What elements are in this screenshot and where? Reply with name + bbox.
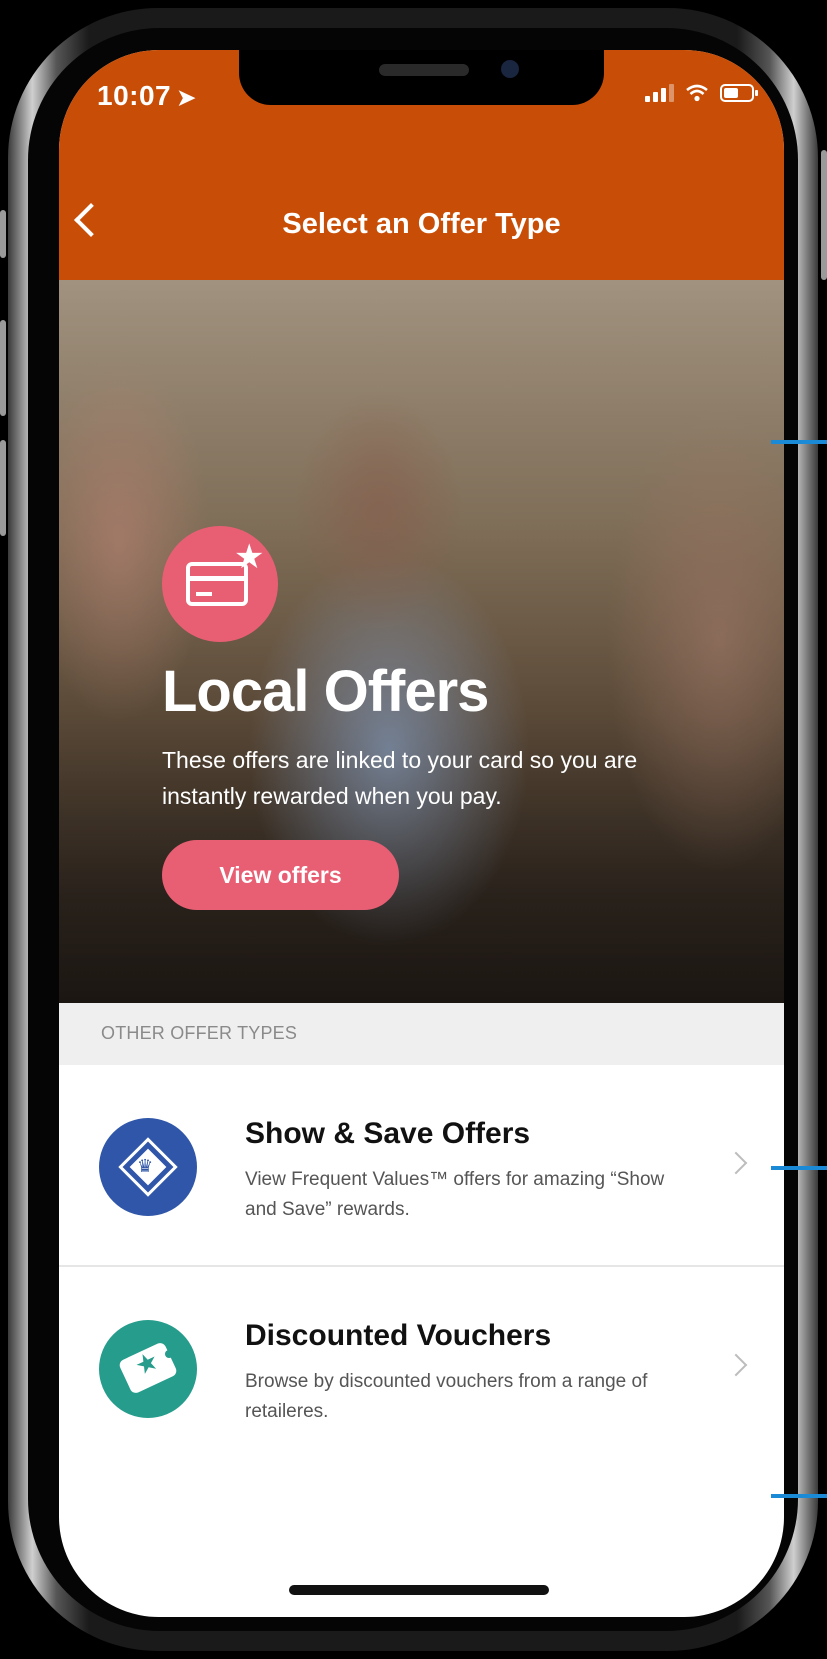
wifi-icon [686,84,708,102]
offer-description: Browse by discounted vouchers from a ran… [245,1371,648,1422]
app-header: 10:07 ➤ Select an Offer Type [59,50,784,280]
battery-icon [720,84,758,102]
status-time-text: 10:07 [97,80,172,111]
screen: 10:07 ➤ Select an Offer Type ★ Local Off… [59,50,784,1617]
front-camera [501,60,519,78]
view-offers-button[interactable]: View offers [162,840,399,910]
section-header: OTHER OFFER TYPES [59,1003,784,1065]
offer-title: Discounted Vouchers [245,1319,552,1352]
crown-diamond-icon: ♛ [99,1118,197,1216]
status-time: 10:07 ➤ [97,80,196,112]
mute-switch [0,210,6,258]
offer-item-show-save[interactable]: ♛ Show & Save Offers View Frequent Value… [59,1065,784,1265]
offer-title: Show & Save Offers [245,1117,531,1150]
volume-down-button [0,440,6,536]
star-tag-icon: ★ [99,1320,197,1418]
notch [239,50,604,105]
signal-icon [645,84,674,102]
home-indicator[interactable] [289,1585,549,1595]
location-arrow-icon: ➤ [177,85,197,110]
annotation-line [771,440,827,444]
chevron-right-icon [724,1353,748,1377]
power-button [821,150,827,280]
hero-description: These offers are linked to your card so … [162,747,638,809]
credit-card-star-icon: ★ [162,526,278,642]
status-icons [645,84,758,102]
annotation-line [771,1166,827,1170]
volume-up-button [0,320,6,416]
speaker [379,64,469,76]
chevron-right-icon [724,1151,748,1175]
section-header-label: OTHER OFFER TYPES [101,1023,298,1043]
offer-item-discounted-vouchers[interactable]: ★ Discounted Vouchers Browse by discount… [59,1267,784,1467]
annotation-line [771,1494,827,1498]
page-title: Select an Offer Type [282,208,561,240]
hero-title: Local Offers [162,659,489,724]
offer-description: View Frequent Values™ offers for amazing… [245,1169,665,1220]
hero-banner: ★ Local Offers These offers are linked t… [59,280,784,1003]
